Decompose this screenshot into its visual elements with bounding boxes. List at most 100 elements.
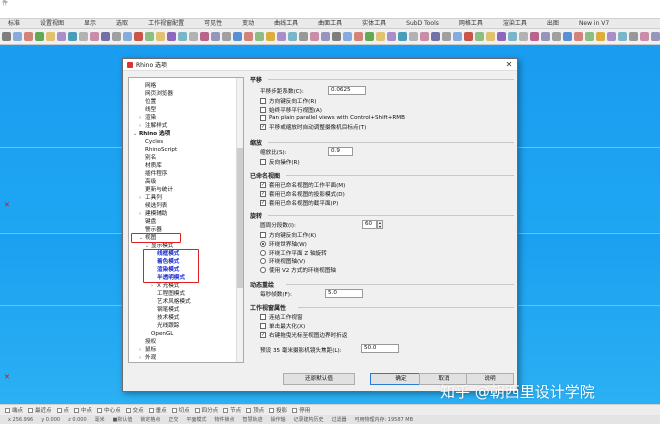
fps-input[interactable]: 5.0 [325,289,363,298]
toolbar-tool-icon[interactable] [68,32,77,41]
osnap-toggle[interactable]: 投影 [269,406,287,414]
toolbar-tool-icon[interactable] [123,32,132,41]
toolbar-tool-icon[interactable] [464,32,473,41]
osnap-toggle[interactable]: 中心点 [97,406,121,414]
osnap-toggle[interactable]: 切点 [171,406,190,414]
ribbon-tab[interactable]: 渲染工具 [495,19,539,28]
toolbar-tool-icon[interactable] [255,32,264,41]
option-checkbox[interactable]: ✓ 套用已命名视图的工作平面(M) [260,181,345,189]
tree-item[interactable]: 高级 [139,178,156,186]
option-checkbox[interactable]: Pan plain parallel views with Control+Sh… [260,114,405,122]
tree-item[interactable]: 艺术风格模式 [151,298,191,306]
tree-item[interactable]: RhinoScript [139,146,177,154]
toolbar-tool-icon[interactable] [2,32,11,41]
ribbon-tab[interactable]: SubD Tools [398,19,451,28]
toolbar-tool-icon[interactable] [266,32,275,41]
toolbar-tool-icon[interactable] [343,32,352,41]
status-field[interactable]: 锁定格点 [140,416,160,423]
toolbar-tool-icon[interactable] [79,32,88,41]
tree-item[interactable]: › 外观 [139,354,156,362]
osnap-toggle[interactable]: 交点 [125,406,144,414]
toolbar-tool-icon[interactable] [24,32,33,41]
option-checkbox[interactable]: 连结工作视窗 [260,313,303,321]
option-checkbox[interactable]: ✓ 右键拖曳光标至视图边界时折返 [260,331,347,339]
toolbar-tool-icon[interactable] [189,32,198,41]
osnap-toggle[interactable]: 端点 [5,406,23,414]
ribbon-tab[interactable]: 显示 [76,19,108,28]
toolbar-tool-icon[interactable] [57,32,66,41]
pan-step-input[interactable]: 0.0625 [328,86,366,95]
toolbar-tool-icon[interactable] [629,32,638,41]
tree-item[interactable]: OpenGL [145,330,173,338]
osnap-toggle[interactable]: 四分点 [194,406,218,414]
tree-item[interactable]: › 建模辅助 [139,210,167,218]
toolbar-tool-icon[interactable] [453,32,462,41]
osnap-toggle[interactable]: 最近点 [28,406,52,414]
toolbar-tool-icon[interactable] [101,32,110,41]
tree-item[interactable]: › 工具列 [139,194,162,202]
ribbon-tab[interactable]: 设置视图 [32,19,76,28]
tree-item[interactable]: 技术模式 [151,314,179,322]
option-checkbox[interactable]: ✓ 平移或缩放时自动调整摄像机目标点(T) [260,123,366,131]
ribbon-tab[interactable]: 变动 [234,19,266,28]
toolbar-tool-icon[interactable] [244,32,253,41]
tree-item[interactable]: 工程图模式 [151,290,185,298]
ribbon-tab[interactable]: 曲线工具 [266,19,310,28]
option-checkbox[interactable]: 单击最大化(X) [260,322,305,330]
toolbar-tool-icon[interactable] [233,32,242,41]
status-field[interactable]: 记录建构历史 [293,416,323,423]
ribbon-tab[interactable]: New in V7 [571,19,621,28]
toolbar-tool-icon[interactable] [398,32,407,41]
status-field[interactable]: 操作轴 [270,416,285,423]
toolbar-tool-icon[interactable] [222,32,231,41]
tree-item[interactable]: 键盘 [139,218,156,226]
tree-item[interactable]: 线型 [139,106,156,114]
rotate-mode-radio[interactable]: 使用 V2 方式的环绕视图轴 [260,266,336,274]
circle-segments-spinner[interactable]: ▴ ▾ [377,220,383,229]
toolbar-tool-icon[interactable] [35,32,44,41]
toolbar-tool-icon[interactable] [552,32,561,41]
status-field[interactable]: 平面模式 [186,416,206,423]
toolbar-tool-icon[interactable] [420,32,429,41]
toolbar-tool-icon[interactable] [519,32,528,41]
zoom-ratio-input[interactable]: 0.9 [328,147,353,156]
status-field[interactable]: 可用物理内存: 19587 MB [355,416,414,423]
status-field[interactable]: 正交 [168,416,178,423]
close-icon[interactable]: ✕ [503,60,515,70]
toolbar-tool-icon[interactable] [365,32,374,41]
toolbar-tool-icon[interactable] [431,32,440,41]
toolbar-tool-icon[interactable] [607,32,616,41]
tree-item[interactable]: › X 光模式 [151,282,179,290]
status-field[interactable]: 过滤器 [332,416,347,423]
toolbar-tool-icon[interactable] [321,32,330,41]
ribbon-tab[interactable]: 标准 [0,19,32,28]
option-checkbox[interactable]: ✓ 套用已命名视图的截平面(P) [260,199,338,207]
toolbar-tool-icon[interactable] [574,32,583,41]
toolbar-tool-icon[interactable] [332,32,341,41]
tree-item[interactable]: 插件程序 [139,170,167,178]
toolbar-tool-icon[interactable] [486,32,495,41]
lens-length-input[interactable]: 50.0 [361,344,399,353]
toolbar-tool-icon[interactable] [211,32,220,41]
osnap-toggle[interactable]: 点 [56,406,69,414]
toolbar-tool-icon[interactable] [530,32,539,41]
ribbon-tab[interactable]: 出图 [539,19,571,28]
toolbar-tool-icon[interactable] [376,32,385,41]
toolbar-tool-icon[interactable] [563,32,572,41]
rotate-mode-radio[interactable]: 环绕工作平面 Z 轴旋转 [260,249,327,257]
toolbar-tool-icon[interactable] [442,32,451,41]
osnap-toggle[interactable]: 垂点 [148,406,167,414]
circle-segments-input[interactable]: 60 [362,220,377,229]
osnap-toggle[interactable]: 中点 [74,406,92,414]
toolbar-tool-icon[interactable] [310,32,319,41]
toolbar-tool-icon[interactable] [134,32,143,41]
toolbar-tool-icon[interactable] [651,32,660,41]
tree-item[interactable]: 网页浏览器 [139,90,173,98]
option-checkbox[interactable]: ✓ 套用已命名视图的投影模式(D) [260,190,345,198]
tree-item[interactable]: 位置 [139,98,156,106]
status-field[interactable]: 物件锁点 [214,416,234,423]
toolbar-tool-icon[interactable] [354,32,363,41]
tree-item[interactable]: Cycles [139,138,163,146]
toolbar-tool-icon[interactable] [618,32,627,41]
tree-item[interactable]: 光线跟踪 [151,322,179,330]
